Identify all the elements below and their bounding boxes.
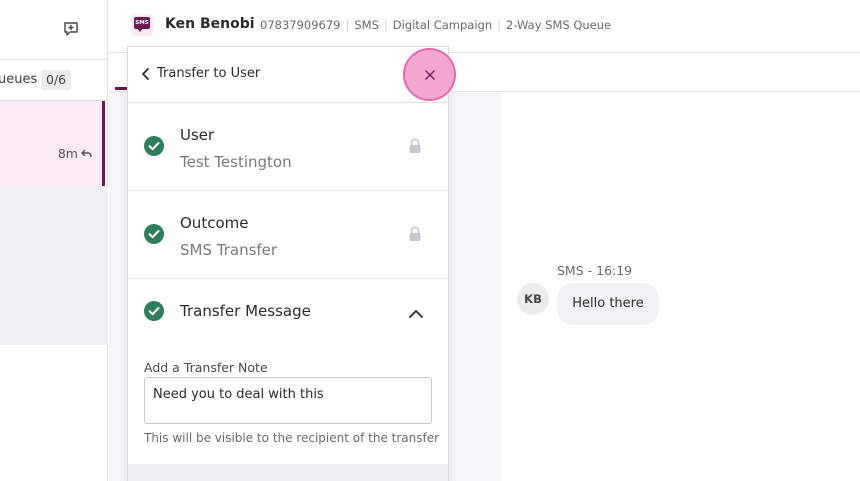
step-value: Test Testington xyxy=(180,153,292,171)
contact-meta: 07837909679 | SMS | Digital Campaign | 2-Way S… xyxy=(260,18,611,32)
panel-title: Transfer to User xyxy=(157,66,261,81)
active-tab-indicator xyxy=(115,87,127,90)
conversation-time: 8m xyxy=(58,146,92,162)
step-title: Transfer Message xyxy=(180,302,311,320)
check-circle-icon xyxy=(144,136,164,156)
message-bubble: Hello there xyxy=(557,283,659,325)
step-title: User xyxy=(180,126,215,144)
separator: | xyxy=(345,18,350,32)
message-meta: SMS - 16:19 xyxy=(557,263,633,278)
check-circle-icon xyxy=(144,301,164,321)
queues-label: ueues xyxy=(0,72,38,87)
panel-footer xyxy=(128,464,448,481)
step-transfer-message[interactable]: Transfer Message xyxy=(128,279,448,343)
reply-icon xyxy=(81,147,92,162)
note-label: Add a Transfer Note xyxy=(144,360,268,375)
chevron-up-icon[interactable] xyxy=(408,305,424,318)
sms-badge-tail xyxy=(137,28,143,32)
queues-count-badge: 0/6 xyxy=(41,70,72,90)
step-value: SMS Transfer xyxy=(180,241,278,259)
separator: | xyxy=(497,18,502,32)
back-chevron-icon[interactable] xyxy=(139,66,153,82)
sidebar-empty-area xyxy=(0,186,108,345)
step-outcome: Outcome SMS Transfer xyxy=(128,191,448,279)
queues-row[interactable]: ueues 0/6 xyxy=(0,60,108,101)
conversation-list-item[interactable]: 8m xyxy=(0,101,105,186)
left-sidebar: ueues 0/6 8m xyxy=(0,0,108,481)
close-icon xyxy=(425,70,435,80)
conversation-time-label: 8m xyxy=(57,146,78,161)
contact-name: Ken Benobi xyxy=(165,16,255,32)
check-circle-icon xyxy=(144,224,164,244)
avatar: KB xyxy=(517,283,549,315)
new-message-icon[interactable] xyxy=(62,20,80,38)
contact-queue: 2-Way SMS Queue xyxy=(506,18,612,32)
contact-campaign: Digital Campaign xyxy=(392,18,493,32)
lock-icon xyxy=(408,138,422,154)
transfer-panel: Transfer to User User Test Testington Ou… xyxy=(127,46,449,481)
contact-channel: SMS xyxy=(354,18,379,32)
note-hint: This will be visible to the recipient of… xyxy=(144,431,440,445)
transfer-panel-header: Transfer to User xyxy=(128,47,448,103)
app-root: ueues 0/6 8m SMS Ken Benobi 07837909679 |… xyxy=(0,0,860,481)
sidebar-top xyxy=(0,0,108,60)
step-user: User Test Testington xyxy=(128,103,448,191)
lock-icon xyxy=(408,226,422,242)
transfer-note-input[interactable]: Need you to deal with this xyxy=(144,377,432,424)
contact-phone: 07837909679 xyxy=(260,18,341,32)
sms-channel-icon: SMS xyxy=(131,14,153,36)
step-title: Outcome xyxy=(180,214,249,232)
close-button[interactable] xyxy=(403,48,456,101)
separator: | xyxy=(383,18,388,32)
